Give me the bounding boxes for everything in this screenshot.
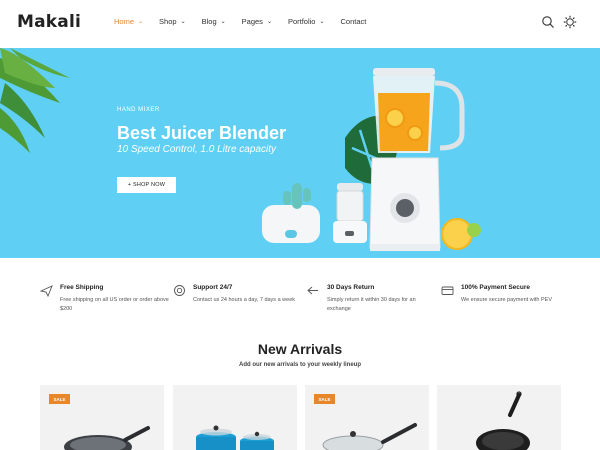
chevron-down-icon: ⌄ [138,19,144,25]
site-logo[interactable]: Makali [17,12,81,32]
card-icon [441,286,454,295]
sale-badge: SALE [49,394,70,404]
product-card[interactable] [173,385,297,450]
feature-description: Contact us 24 hours a day, 7 days a week [193,297,296,303]
lemon-image [441,218,481,250]
feature-description: We ensure secure payment with PEV [461,297,552,303]
section-subtitle: Add our new arrivals to your weekly line… [238,362,362,368]
nav-item-home[interactable]: Home ⌄ [114,17,143,26]
main-nav: Home ⌄ Shop ⌄ Blog ⌄ Pages ⌄ Portfolio ⌄ Cont… [114,17,382,26]
product-card[interactable]: SALE [40,385,164,450]
feature-description: Simply return it within 30 days for an e… [327,297,416,313]
feature-title: 30 Days Return [327,284,375,291]
nav-item-blog[interactable]: Blog ⌄ [202,17,226,26]
shop-now-button[interactable]: + SHOP NOW [117,177,176,193]
hero-title: Best Juicer Blender [117,123,287,143]
nav-label: Portfolio [287,17,316,26]
nav-item-shop[interactable]: Shop ⌄ [159,17,186,26]
nav-label: Pages [241,17,263,26]
black-frying-pan-image [476,391,530,450]
site-header: Makali Home ⌄ Shop ⌄ Blog ⌄ Pages ⌄ Portfoli… [0,0,600,48]
nav-label: Shop [159,17,177,26]
chevron-down-icon: ⌄ [266,19,272,25]
search-icon[interactable] [541,15,555,29]
nav-label: Blog [201,17,217,26]
hand-mixer-image [262,183,320,243]
hero-description: 10 Speed Control, 1.0 Litre capacity [117,144,276,155]
feature-title: 100% Payment Secure [461,284,531,291]
section-title: New Arrivals [257,341,343,357]
feature-title: Free Shipping [60,284,104,291]
product-card[interactable] [437,385,561,450]
nav-item-pages[interactable]: Pages ⌄ [242,17,272,26]
chopper-image [333,183,367,243]
gear-icon[interactable] [563,15,577,29]
pot-set-image [196,425,274,450]
chevron-down-icon: ⌄ [180,19,186,25]
palm-leaf-image [0,48,70,153]
plane-icon [40,285,53,297]
chevron-down-icon: ⌄ [319,19,325,25]
hero-banner: HAND MIXER Best Juicer Blender 10 Speed … [0,48,600,258]
feature-description: Free shipping on all US order or order a… [60,297,169,313]
sale-badge: SALE [314,394,335,404]
nav-label: Home [114,17,135,26]
nav-item-contact[interactable]: Contact [341,17,367,26]
nav-item-portfolio[interactable]: Portfolio ⌄ [288,17,325,26]
hero-subtitle: HAND MIXER [117,107,160,113]
features-strip: Free Shipping Free shipping on all US or… [0,258,600,328]
feature-title: Support 24/7 [193,284,233,291]
support-icon [174,285,185,296]
return-icon [307,286,318,295]
nav-label: Contact [340,17,367,26]
product-card[interactable]: SALE [305,385,429,450]
chevron-down-icon: ⌄ [220,19,226,25]
hero-artwork [0,48,481,251]
